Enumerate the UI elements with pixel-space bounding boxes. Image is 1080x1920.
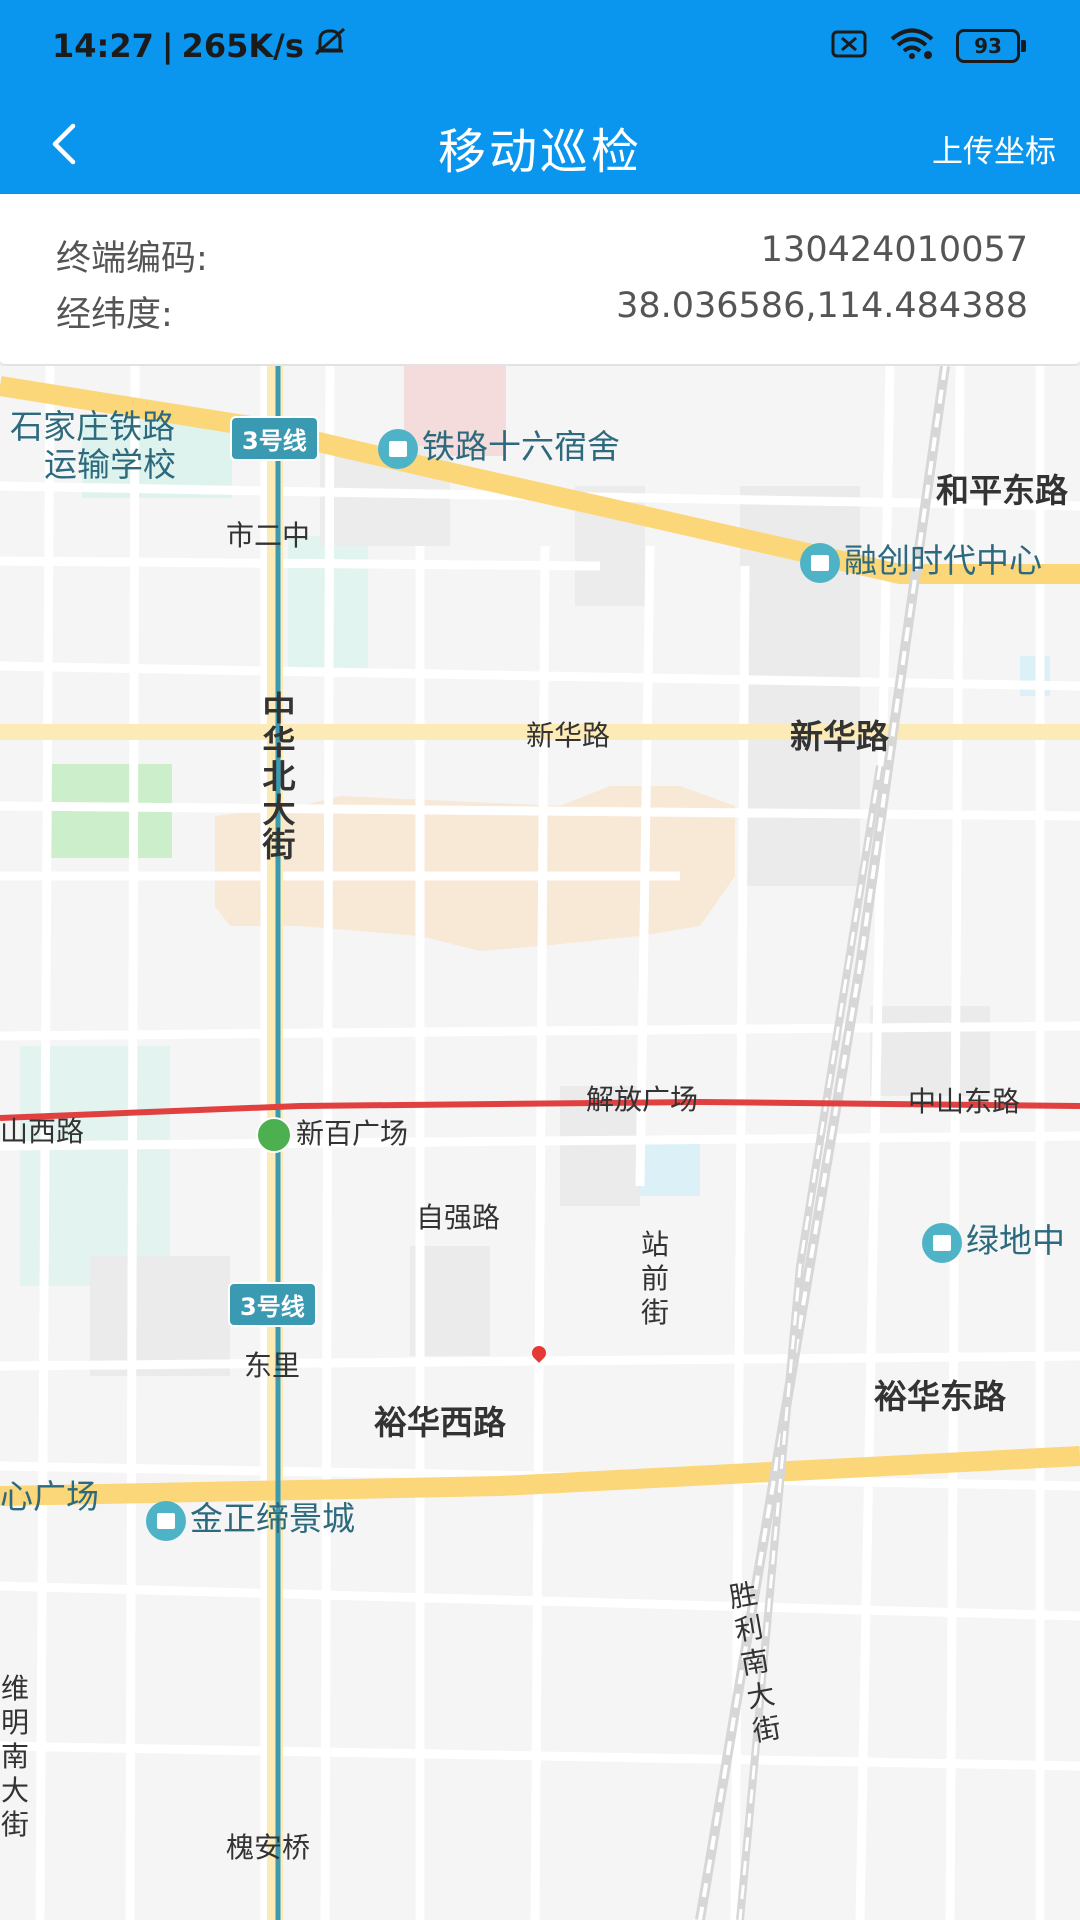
building-icon xyxy=(146,1500,186,1541)
map-label-heping[interactable]: 和平东路 xyxy=(936,464,1068,512)
blue-area xyxy=(1020,656,1050,696)
map-poi-lvdi[interactable]: 绿地中 xyxy=(922,1214,1065,1263)
latlng-value: 38.036586,114.484388 xyxy=(616,286,1028,326)
status-time: 14:27 xyxy=(52,27,154,65)
app-bar: 移动巡检 上传坐标 xyxy=(0,96,1080,194)
map-label-rongchuang: 融创时代中心 xyxy=(844,541,1042,580)
map-label-xinguangchang[interactable]: 心广场 xyxy=(0,1470,99,1518)
terminal-code-label: 终端编码: xyxy=(56,239,208,279)
map-label-huaian[interactable]: 槐安桥 xyxy=(226,1826,310,1866)
status-divider: | xyxy=(161,27,174,65)
map-label-zhanqian[interactable]: 站前街 xyxy=(638,1228,672,1330)
map-label-lvdi: 绿地中 xyxy=(966,1221,1065,1260)
terminal-code-value: 130424010057 xyxy=(760,230,1028,270)
upload-coordinates-button[interactable]: 上传坐标 xyxy=(932,126,1056,171)
map-canvas xyxy=(0,366,1080,1920)
map-label-school-2[interactable]: 运输学校 xyxy=(44,438,176,486)
mute-icon xyxy=(312,26,350,66)
minor-roads xyxy=(0,366,1080,1920)
metro-station-icon xyxy=(256,1117,292,1153)
building-icon xyxy=(378,428,418,469)
map-label-dorm: 铁路十六宿舍 xyxy=(422,427,620,466)
status-bar: 14:27 | 265K/s 93 xyxy=(0,0,1080,96)
status-left: 14:27 | 265K/s xyxy=(52,26,350,66)
map-label-weiming[interactable]: 维明南大街 xyxy=(0,1672,32,1842)
building-icon xyxy=(800,542,840,583)
map-label-dongli[interactable]: 东里 xyxy=(244,1344,300,1384)
page-title: 移动巡检 xyxy=(437,124,642,180)
map-poi-dorm[interactable]: 铁路十六宿舍 xyxy=(378,420,620,469)
map-label-jiefang[interactable]: 解放广场 xyxy=(586,1078,698,1118)
metro-tag-line3-bottom[interactable]: 3号线 xyxy=(228,1282,317,1327)
map-label-yuhua-east[interactable]: 裕华东路 xyxy=(874,1370,1006,1418)
map-label-xinhualu-big[interactable]: 新华路 xyxy=(790,710,889,758)
map-label-jinzheng: 金正缔景城 xyxy=(190,1499,355,1538)
building-icon xyxy=(922,1222,962,1263)
blue-area-2 xyxy=(640,1136,700,1196)
map-poi-rongchuang[interactable]: 融创时代中心 xyxy=(800,534,1042,583)
map-view[interactable]: 3号线 3号线 石家庄铁路 运输学校 铁路十六宿舍 和平东路 市二中 融创时代中… xyxy=(0,366,1080,1920)
map-label-shierzhong[interactable]: 市二中 xyxy=(226,514,310,554)
battery-icon: 93 xyxy=(956,29,1026,63)
map-label-zhongshan-east[interactable]: 中山东路 xyxy=(908,1080,1020,1120)
building-block-4 xyxy=(90,1256,230,1376)
map-label-ziqiang[interactable]: 自强路 xyxy=(416,1196,500,1236)
map-label-zhongshan-west[interactable]: 山西路 xyxy=(0,1110,84,1150)
wifi-icon xyxy=(890,28,934,64)
map-poi-jinzheng[interactable]: 金正缔景城 xyxy=(146,1492,355,1541)
battery-level: 93 xyxy=(974,34,1002,58)
map-poi-xinbai[interactable]: 新百广场 xyxy=(256,1112,408,1153)
map-label-xinhualu-small[interactable]: 新华路 xyxy=(526,714,610,754)
terminal-info-card: 终端编码: 130424010057 经纬度: 38.036586,114.48… xyxy=(0,194,1080,366)
latlng-row: 经纬度: 38.036586,114.484388 xyxy=(56,286,1028,337)
latlng-label: 经纬度: xyxy=(56,295,173,335)
map-label-zhonghua[interactable]: 中华北大街 xyxy=(262,692,296,862)
status-speed: 265K/s xyxy=(181,27,304,65)
sim-off-icon xyxy=(830,29,868,63)
terminal-code-row: 终端编码: 130424010057 xyxy=(56,230,1028,281)
map-label-xinbai: 新百广场 xyxy=(296,1117,409,1150)
map-label-yuhua-west[interactable]: 裕华西路 xyxy=(374,1396,506,1444)
metro-tag-line3-top[interactable]: 3号线 xyxy=(230,416,319,461)
status-right: 93 xyxy=(830,28,1026,64)
